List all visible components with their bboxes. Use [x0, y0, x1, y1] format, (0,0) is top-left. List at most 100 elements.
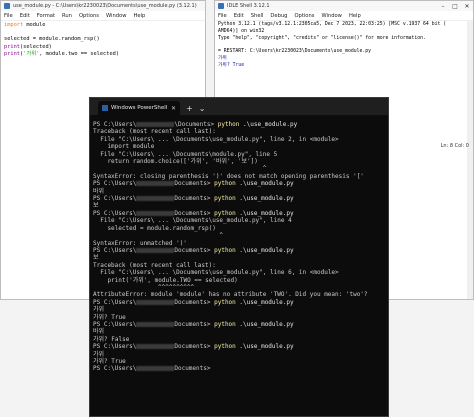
menu-item-help[interactable]: Help [349, 13, 361, 19]
code-line: print('가위', module.two == selected) [4, 50, 120, 57]
redacted-username [136, 181, 175, 187]
menu-item-format[interactable]: Format [37, 13, 55, 19]
idle-icon [218, 3, 224, 9]
menu-item-options[interactable]: Options [79, 13, 99, 19]
output-line: 바위 [93, 187, 105, 195]
command-arg: .\use_module.py [235, 209, 294, 217]
output-line: SyntaxError: unmatched ')' [93, 239, 187, 247]
command: python [214, 180, 236, 188]
prompt-line: PS C:\Users\ Documents> [93, 365, 385, 372]
output-line: 가위 [93, 350, 105, 358]
prompt-path: PS C:\Users\ [93, 343, 137, 351]
terminal-tab[interactable]: Windows PowerShell ✕ [98, 101, 180, 115]
command-arg: .\use_module.py [239, 121, 298, 128]
menu-item-help[interactable]: Help [133, 13, 145, 19]
terminal-tabbar: Windows PowerShell ✕ + ⌄ [90, 98, 388, 115]
prompt-line: PS C:\Users\ Documents> python .\use_modu… [93, 210, 385, 217]
menu-item-file[interactable]: File [218, 13, 227, 19]
command-arg: .\use_module.py [235, 320, 294, 328]
menu-item-shell[interactable]: Shell [251, 13, 264, 19]
prompt-path: PS C:\Users\ [93, 195, 137, 203]
redacted-username [136, 247, 175, 253]
output-line: SyntaxError: closing parenthesis ')' doe… [93, 172, 364, 180]
output-line: 보 [93, 254, 99, 262]
menu-item-run[interactable]: Run [62, 13, 72, 19]
command: python [214, 195, 236, 203]
close-tab-icon[interactable]: ✕ [171, 105, 176, 112]
prompt-path: PS C:\Users\ [93, 365, 137, 373]
command-arg: .\use_module.py [235, 343, 294, 351]
output-line: 바위 [93, 328, 105, 336]
maximize-icon[interactable]: □ [449, 3, 461, 10]
command: python [214, 320, 236, 328]
prompt-line: PS C:\Users\ Documents> python .\use_modu… [93, 180, 385, 187]
code-line: import module [4, 22, 46, 28]
shell-line: Type "help", "copyright", "credits" or "… [218, 35, 426, 41]
shell-scrollbar[interactable] [467, 20, 473, 299]
menu-item-options[interactable]: Options [294, 13, 314, 19]
shell-line: 가위 [218, 55, 227, 61]
prompt-path: PS C:\Users\ [93, 209, 137, 217]
shell-titlebar[interactable]: IDLE Shell 3.12.1 – □ ✕ [215, 1, 473, 11]
prompt-suffix: Documents> [174, 180, 215, 188]
command: python [217, 121, 240, 128]
prompt-suffix: Documents> [174, 209, 215, 217]
terminal-tab-label: Windows PowerShell [111, 105, 168, 111]
command-arg: .\use_module.py [235, 298, 294, 306]
prompt-suffix: Documents> [174, 298, 215, 306]
prompt-suffix: Documents> [174, 320, 215, 328]
menu-item-edit[interactable]: Edit [20, 13, 30, 19]
redacted-username [136, 196, 175, 202]
output-line: 가위? False [93, 335, 130, 343]
prompt-path: PS C:\Users\ [93, 246, 137, 254]
prompt-line: PS C:\Users\ Documents> python .\use_modu… [93, 321, 385, 328]
output-line: File "C:\Users\ ... \Documents\use_modul… [93, 135, 339, 143]
redacted-username [136, 210, 175, 216]
command: python [214, 298, 236, 306]
menu-item-window[interactable]: Window [106, 13, 126, 19]
shell-line: Python 3.12.1 (tags/v3.12.1:2305ca5, Dec… [218, 22, 447, 27]
prompt-line: PS C:\Users\ \Documents> python .\use_mod… [93, 121, 385, 128]
editor-titlebar[interactable]: use_module.py - C:\Users\kr2230023\Docum… [1, 1, 205, 11]
output-line: import module [93, 143, 155, 151]
redacted-username [136, 122, 175, 127]
output-line: AttributeError: module 'module' has no a… [93, 291, 368, 299]
menu-item-window[interactable]: Window [321, 13, 341, 19]
command: python [214, 209, 236, 217]
output-line: ^^^^^^^^^^ [93, 283, 195, 291]
output-line: ^ [93, 232, 224, 240]
shell-line: 가위? True [218, 62, 245, 68]
output-line: File "C:\Users\ ... \Documents\module.py… [93, 150, 278, 158]
chevron-down-icon[interactable]: ⌄ [199, 104, 206, 113]
minimize-icon[interactable]: – [437, 3, 449, 10]
prompt-path: PS C:\Users\ [93, 180, 137, 188]
output-line: File "C:\Users\ ... \Documents\use_modul… [93, 269, 339, 277]
command-arg: .\use_module.py [235, 246, 294, 254]
powershell-icon [102, 105, 108, 111]
command: python [214, 246, 236, 254]
menu-item-edit[interactable]: Edit [234, 13, 244, 19]
output-line: print('가위', module.TWO == selected) [93, 276, 238, 284]
shell-status: Ln: 8 Col: 0 [440, 143, 469, 149]
new-tab-icon[interactable]: + [186, 104, 193, 113]
prompt-path: PS C:\Users\ [93, 121, 137, 128]
output-line: 가위 [93, 306, 105, 314]
prompt-line: PS C:\Users\ Documents> python .\use_modu… [93, 247, 385, 254]
menu-item-file[interactable]: File [4, 13, 13, 19]
terminal-output[interactable]: PS C:\Users\ \Documents> python .\use_mod… [90, 115, 388, 373]
output-line: File "C:\Users\ ... \Documents\use_modul… [93, 217, 292, 225]
menu-item-debug[interactable]: Debug [270, 13, 287, 19]
output-line: 가위? True [93, 313, 126, 321]
close-icon[interactable]: ✕ [461, 3, 473, 10]
prompt-line: PS C:\Users\ Documents> python .\use_modu… [93, 299, 385, 306]
code-line: print(selected) [4, 43, 52, 50]
output-line: 가위? True [93, 358, 126, 365]
prompt-suffix: \Documents> [174, 121, 218, 128]
command: python [214, 343, 236, 351]
prompt-suffix: Documents> [174, 195, 215, 203]
output-line: return random.choice(['가위', '바위', '보']) [93, 158, 258, 166]
output-line: ^ [93, 165, 267, 173]
prompt-suffix: Documents> [174, 246, 215, 254]
output-line: Traceback (most recent call last): [93, 261, 216, 269]
